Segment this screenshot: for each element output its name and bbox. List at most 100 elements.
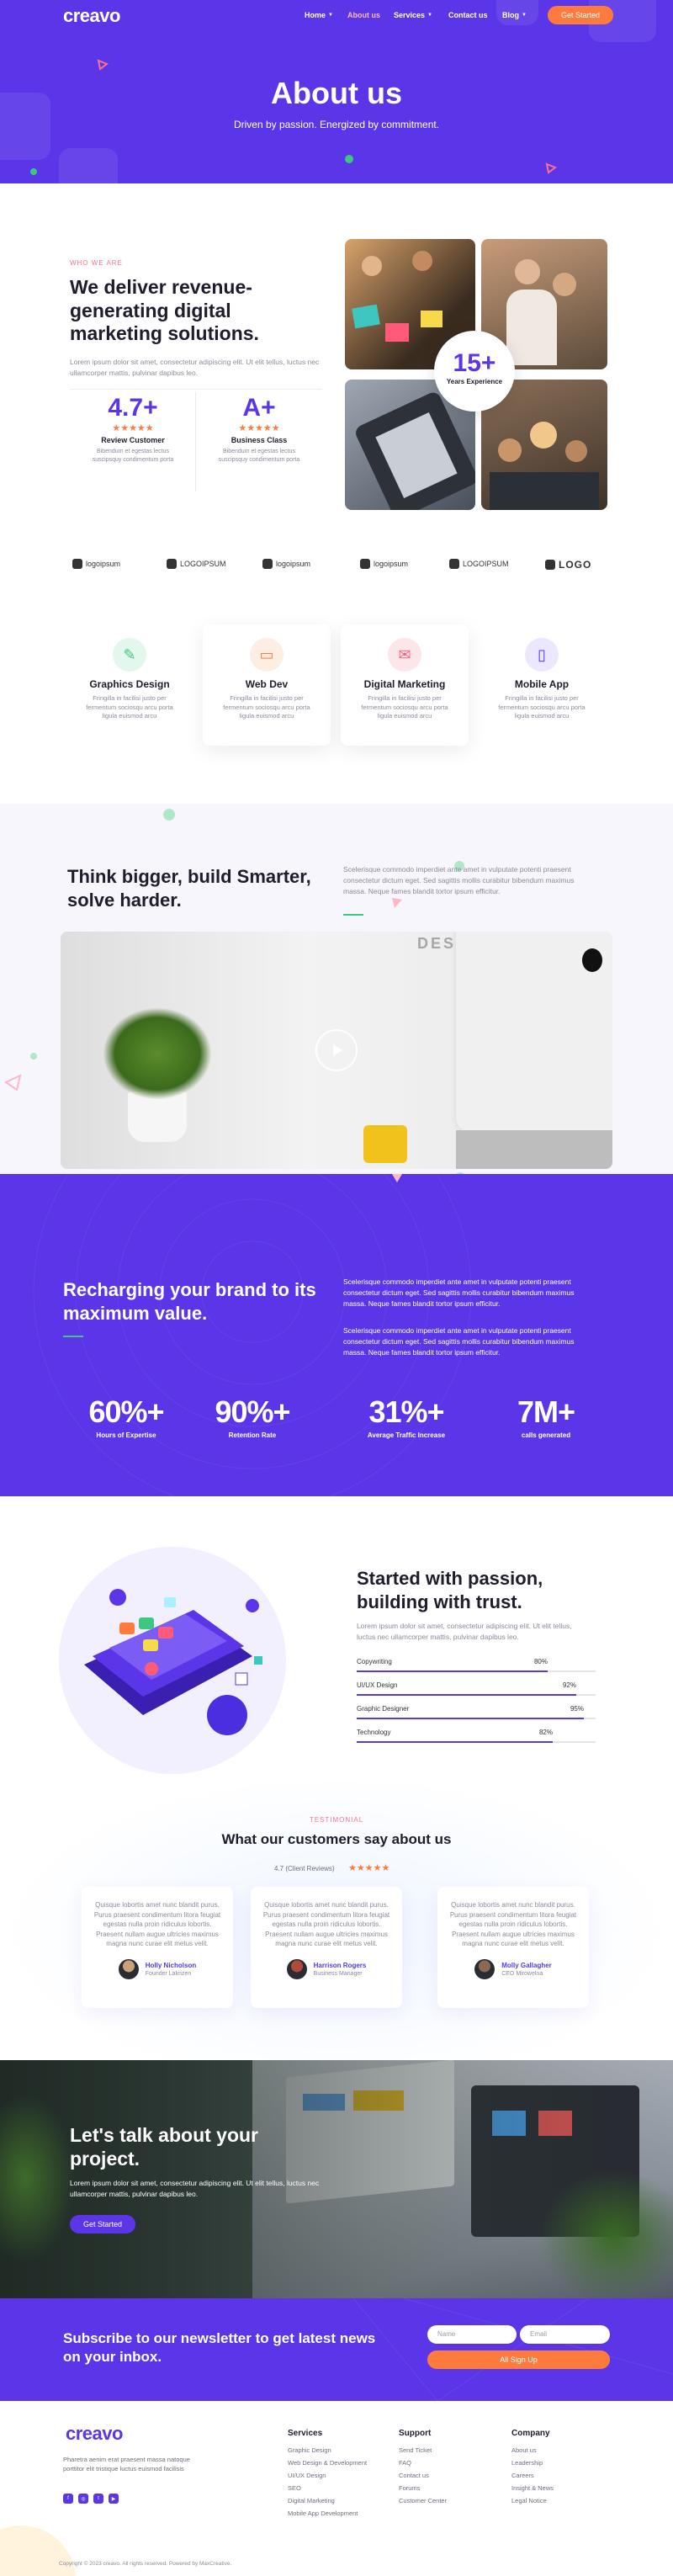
footer-link[interactable]: Graphic Design [288, 2446, 367, 2454]
stat-value: 60%+ [88, 1394, 164, 1429]
stat-value: 4.7+ [108, 394, 158, 422]
impact-stat: 7M+ calls generated [483, 1394, 609, 1439]
footer-link[interactable]: About us [511, 2446, 554, 2454]
footer-link[interactable]: Leadership [511, 2459, 554, 2467]
footer-link[interactable]: SEO [288, 2484, 367, 2492]
accent-line [343, 914, 363, 916]
footer-link[interactable]: Digital Marketing [288, 2497, 367, 2504]
stat-label: Business Class [231, 436, 288, 444]
logo-text: LOGOIPSUM [463, 560, 509, 568]
reviewer-role: CEO Mirowelna [501, 1970, 543, 1977]
skill-bar: Copywriting 80% [357, 1658, 596, 1672]
reviewer-name: Molly Gallagher [501, 1961, 552, 1969]
service-card-mobile-app[interactable]: ▯ Mobile App Fringilla in facilisi justo p… [478, 624, 606, 746]
talk-text: Lorem ipsum dolor sit amet, consectetur … [70, 2179, 320, 2198]
footer-link[interactable]: FAQ [399, 2459, 447, 2467]
facebook-icon[interactable]: f [63, 2494, 73, 2504]
footer-link[interactable]: Legal Notice [511, 2497, 554, 2504]
footer-link[interactable]: Contact us [399, 2472, 447, 2479]
instagram-icon[interactable]: ◎ [78, 2494, 88, 2504]
triangle-decor [392, 898, 402, 908]
twitter-icon[interactable]: t [93, 2494, 103, 2504]
video-thumbnail[interactable]: DES [61, 932, 612, 1169]
footer-link[interactable]: Insight & News [511, 2484, 554, 2492]
recharge-section: Recharging your brand to its maximum val… [0, 1174, 673, 1496]
dot-decor [345, 155, 353, 163]
client-logo: logoipsum [360, 559, 408, 569]
skill-bar: Graphic Designer 95% [357, 1705, 596, 1719]
stat-label: Review Customer [101, 436, 165, 444]
stat-value: 7M+ [517, 1394, 575, 1429]
logo-text: LOGOIPSUM [180, 560, 226, 568]
talk-get-started-button[interactable]: Get Started [70, 2215, 135, 2233]
skill-label: UI/UX Design [357, 1681, 398, 1689]
client-logo: LOGO [545, 559, 591, 571]
footer-link[interactable]: Careers [511, 2472, 554, 2479]
skill-value: 80% [533, 1658, 548, 1665]
footer-column-services: Services Graphic Design Web Design & Devel… [288, 2429, 367, 2522]
skill-value: 95% [570, 1705, 584, 1713]
testimonial-card: Quisque lobortis amet nunc blandit purus… [437, 1887, 589, 2008]
stat-review: 4.7+ ★★★★★ Review Customer Bibendum et e… [74, 394, 192, 465]
testimonials-title: What our customers say about us [221, 1831, 452, 1847]
nav-item-label: About us [347, 11, 380, 19]
skill-bar: UI/UX Design 92% [357, 1681, 596, 1696]
logo-mark-icon [72, 559, 82, 569]
testimonial-card: Quisque lobortis amet nunc blandit purus… [251, 1887, 402, 2008]
about-title: We deliver revenue-generating digital ma… [70, 276, 259, 345]
recharge-text-2: Scelerisque commodo imperdiet ante amet … [343, 1326, 575, 1357]
skill-track [357, 1670, 596, 1672]
youtube-icon[interactable]: ▶ [109, 2494, 119, 2504]
skill-fill [357, 1694, 577, 1696]
stat-business: A+ ★★★★★ Business Class Bibendum et eges… [200, 394, 318, 465]
page-title: About us [271, 76, 402, 110]
divider [70, 389, 322, 390]
experience-badge: 15+ Years Experience [434, 331, 515, 412]
service-card-digital-marketing[interactable]: ✉ Digital Marketing Fringilla in facilisi … [341, 624, 469, 746]
nav-item-home[interactable]: Home ▼ [305, 11, 333, 19]
site-logo[interactable]: creavo [63, 5, 120, 27]
footer-link[interactable]: Customer Center [399, 2497, 447, 2504]
footer-link[interactable]: Mobile App Development [288, 2510, 367, 2517]
decor-square [59, 148, 118, 183]
dot-decor [30, 168, 37, 175]
nav-item-about-us[interactable]: About us [347, 11, 380, 19]
stat-label: Retention Rate [228, 1431, 277, 1439]
service-title: Graphics Design [89, 678, 170, 690]
footer-text: Pharetra aenim erat praesent massa natoq… [63, 2456, 190, 2473]
triangle-decor [97, 59, 109, 71]
footer-link[interactable]: UI/UX Design [288, 2472, 367, 2479]
brush-icon: ✎ [113, 638, 146, 672]
service-card-graphics-design[interactable]: ✎ Graphics Design Fringilla in facilisi ju… [66, 624, 193, 746]
logo-mark-icon [545, 560, 555, 570]
get-started-button[interactable]: Get Started [548, 6, 613, 24]
triangle-decor [545, 162, 557, 174]
stat-label: calls generated [521, 1431, 571, 1439]
sign-up-button[interactable]: All Sign Up [427, 2350, 610, 2369]
stat-label: Hours of Expertise [96, 1431, 156, 1439]
client-logo: logoipsum [72, 559, 120, 569]
footer-link[interactable]: Web Design & Development [288, 2459, 367, 2467]
skill-track [357, 1718, 596, 1719]
play-icon [333, 1044, 342, 1056]
footer-logo[interactable]: creavo [66, 2423, 123, 2445]
service-title: Digital Marketing [363, 678, 446, 690]
footer-link[interactable]: Forums [399, 2484, 447, 2492]
dot-decor [163, 809, 175, 821]
section-eyebrow: WHO WE ARE [70, 259, 123, 267]
skill-value: 92% [562, 1681, 576, 1689]
reviewer-role: Founder Lakrizen [145, 1970, 192, 1977]
logo-text: LOGO [559, 559, 592, 571]
service-card-web-dev[interactable]: ▭ Web Dev Fringilla in facilisi justo per … [203, 624, 331, 746]
talk-title: Let's talk about your project. [70, 2124, 259, 2170]
testimonial-card: Quisque lobortis amet nunc blandit purus… [82, 1887, 233, 2008]
stat-value: 31%+ [368, 1394, 444, 1429]
name-input[interactable]: Name [427, 2325, 517, 2344]
skill-value: 82% [538, 1729, 553, 1736]
nav-item-blog[interactable]: Blog ▼ [502, 11, 527, 19]
footer-link[interactable]: Send Ticket [399, 2446, 447, 2454]
nav-item-services[interactable]: Services ▼ [394, 11, 432, 19]
email-input[interactable]: Email [520, 2325, 610, 2344]
nav-item-contact-us[interactable]: Contact us [448, 11, 488, 19]
footer-column-title: Company [511, 2429, 550, 2438]
